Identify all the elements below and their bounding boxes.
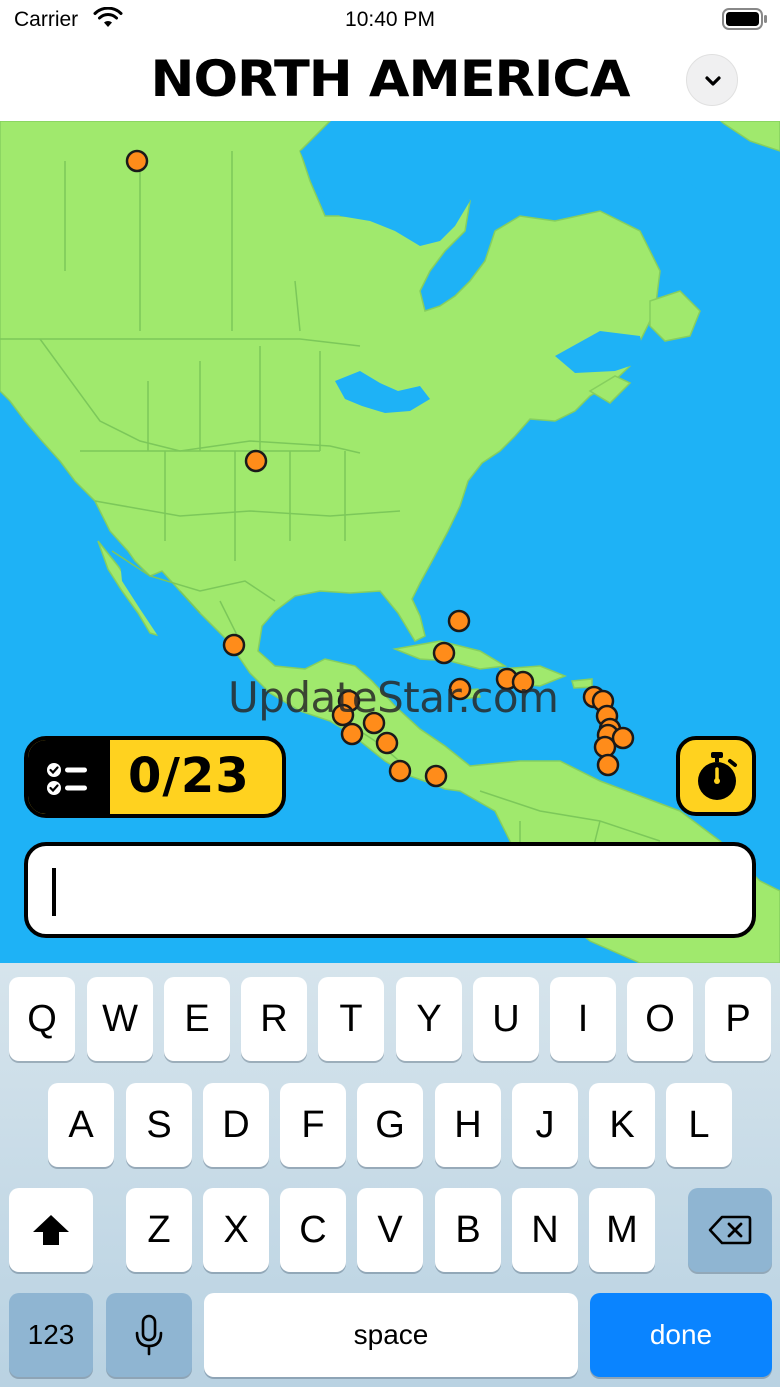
key-n[interactable]: N — [512, 1188, 578, 1272]
done-key[interactable]: done — [590, 1293, 772, 1377]
key-y[interactable]: Y — [396, 977, 462, 1061]
map-marker[interactable] — [596, 753, 620, 777]
score-counter: 0/23 — [24, 736, 286, 818]
key-k[interactable]: K — [589, 1083, 655, 1167]
map-marker[interactable] — [222, 633, 246, 657]
key-v[interactable]: V — [357, 1188, 423, 1272]
shift-icon — [33, 1215, 69, 1245]
key-q[interactable]: Q — [9, 977, 75, 1061]
key-j[interactable]: J — [512, 1083, 578, 1167]
map-marker[interactable] — [125, 149, 149, 173]
map-view[interactable]: UpdateStar.com — [0, 121, 780, 963]
text-caret — [52, 868, 56, 916]
key-s[interactable]: S — [126, 1083, 192, 1167]
map-marker[interactable] — [424, 764, 448, 788]
key-h[interactable]: H — [435, 1083, 501, 1167]
stopwatch-icon — [698, 752, 737, 800]
key-g[interactable]: G — [357, 1083, 423, 1167]
key-m[interactable]: M — [589, 1188, 655, 1272]
space-key[interactable]: space — [204, 1293, 578, 1377]
key-r[interactable]: R — [241, 977, 307, 1061]
score-value: 0/23 — [128, 748, 250, 804]
key-z[interactable]: Z — [126, 1188, 192, 1272]
menu-toggle-button[interactable] — [686, 54, 738, 106]
clock: 10:40 PM — [345, 8, 435, 31]
key-u[interactable]: U — [473, 977, 539, 1061]
land-mainland — [0, 121, 780, 963]
map-marker[interactable] — [244, 449, 268, 473]
map-marker[interactable] — [447, 609, 471, 633]
key-a[interactable]: A — [48, 1083, 114, 1167]
answer-input[interactable] — [24, 842, 756, 938]
key-b[interactable]: B — [435, 1188, 501, 1272]
checklist-icon — [47, 763, 87, 795]
microphone-icon — [135, 1314, 163, 1356]
land-newfoundland — [649, 290, 701, 342]
watermark: UpdateStar.com — [228, 673, 559, 722]
backspace-key[interactable] — [688, 1188, 772, 1272]
map-marker[interactable] — [593, 735, 617, 759]
map-marker[interactable] — [388, 759, 412, 783]
key-e[interactable]: E — [164, 977, 230, 1061]
map-marker[interactable] — [375, 731, 399, 755]
map-marker[interactable] — [432, 641, 456, 665]
status-bar: Carrier 10:40 PM — [0, 0, 780, 40]
timer-button[interactable] — [676, 736, 756, 816]
battery-icon — [722, 8, 767, 30]
microphone-key[interactable] — [106, 1293, 192, 1377]
chevron-down-icon — [705, 76, 721, 86]
key-c[interactable]: C — [280, 1188, 346, 1272]
key-f[interactable]: F — [280, 1083, 346, 1167]
numbers-key[interactable]: 123 — [9, 1293, 93, 1377]
land-puerto-rico — [571, 678, 593, 689]
key-l[interactable]: L — [666, 1083, 732, 1167]
map-marker[interactable] — [340, 722, 364, 746]
key-t[interactable]: T — [318, 977, 384, 1061]
key-p[interactable]: P — [705, 977, 771, 1061]
key-d[interactable]: D — [203, 1083, 269, 1167]
key-i[interactable]: I — [550, 977, 616, 1061]
page-title: NORTH AMERICA — [150, 50, 631, 108]
north-america-map — [0, 121, 780, 963]
key-w[interactable]: W — [87, 977, 153, 1061]
key-x[interactable]: X — [203, 1188, 269, 1272]
header: NORTH AMERICA — [0, 40, 780, 121]
key-o[interactable]: O — [627, 977, 693, 1061]
backspace-icon — [708, 1215, 752, 1245]
score-icon-box — [28, 740, 110, 814]
keyboard: Q W E R T Y U I O P A S D F G H J K L Z … — [0, 963, 780, 1387]
shift-key[interactable] — [9, 1188, 93, 1272]
